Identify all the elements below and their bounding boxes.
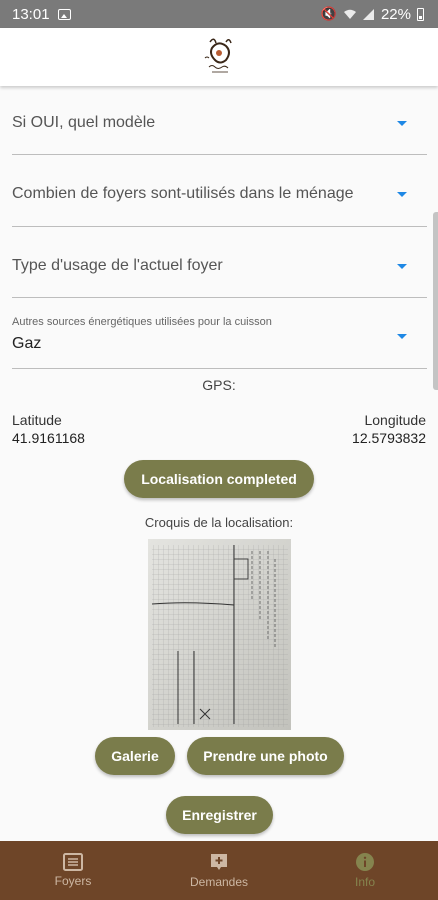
battery-icon <box>417 7 424 21</box>
info-icon <box>355 852 375 872</box>
take-photo-button[interactable]: Prendre une photo <box>187 737 344 775</box>
wifi-icon <box>343 9 356 19</box>
signal-icon <box>362 8 374 20</box>
status-bar: 13:01 🔇 22% <box>0 0 438 28</box>
foyers-dropdown[interactable]: Combien de foyers sont-utilisés dans le … <box>12 155 427 227</box>
dropdown-arrow-icon <box>397 334 407 339</box>
status-icons: 🔇 22% <box>321 6 428 23</box>
latitude-label: Latitude <box>12 412 62 428</box>
nav-item-info[interactable]: Info <box>292 841 438 900</box>
longitude-value: 12.5793832 <box>352 430 426 446</box>
longitude-label: Longitude <box>364 412 426 428</box>
dropdown-arrow-icon <box>397 264 407 269</box>
bottom-nav: Foyers Demandes Info <box>0 841 438 900</box>
app-bar <box>0 28 438 86</box>
modele-label: Si OUI, quel modèle <box>12 114 156 131</box>
scroll-edge-handle[interactable] <box>433 212 438 390</box>
status-time: 13:01 <box>12 5 50 23</box>
gallery-button[interactable]: Galerie <box>95 737 175 775</box>
localisation-button[interactable]: Localisation completed <box>124 460 314 498</box>
gps-title: GPS: <box>202 377 236 393</box>
add-box-icon <box>209 852 229 872</box>
sources-value: Gaz <box>12 335 42 352</box>
dropdown-arrow-icon <box>397 121 407 126</box>
sources-label: Autres sources énergétiques utilisées po… <box>12 316 272 328</box>
save-button[interactable]: Enregistrer <box>166 796 273 834</box>
nav-label-foyers: Foyers <box>54 874 92 888</box>
brand-logo <box>204 38 232 73</box>
sources-dropdown[interactable]: Autres sources énergétiques utilisées po… <box>12 298 427 369</box>
foyers-label: Combien de foyers sont-utilisés dans le … <box>12 185 354 202</box>
nav-item-foyers[interactable]: Foyers <box>0 841 146 900</box>
dropdown-arrow-icon <box>397 192 407 197</box>
croquis-title: Croquis de la localisation: <box>144 515 294 530</box>
nav-item-demandes[interactable]: Demandes <box>146 841 292 900</box>
latitude-value: 41.9161168 <box>12 430 85 446</box>
sketch-image[interactable] <box>148 539 291 730</box>
gallery-icon <box>57 8 71 20</box>
modele-dropdown[interactable]: Si OUI, quel modèle <box>12 100 427 155</box>
list-icon <box>63 853 83 871</box>
battery-percent: 22% <box>380 5 411 23</box>
usage-dropdown[interactable]: Type d'usage de l'actuel foyer <box>12 227 427 298</box>
nav-label-info: Info <box>354 875 375 889</box>
usage-label: Type d'usage de l'actuel foyer <box>12 257 223 274</box>
nav-label-demandes: Demandes <box>189 875 249 889</box>
mute-icon: 🔇 <box>320 6 337 21</box>
